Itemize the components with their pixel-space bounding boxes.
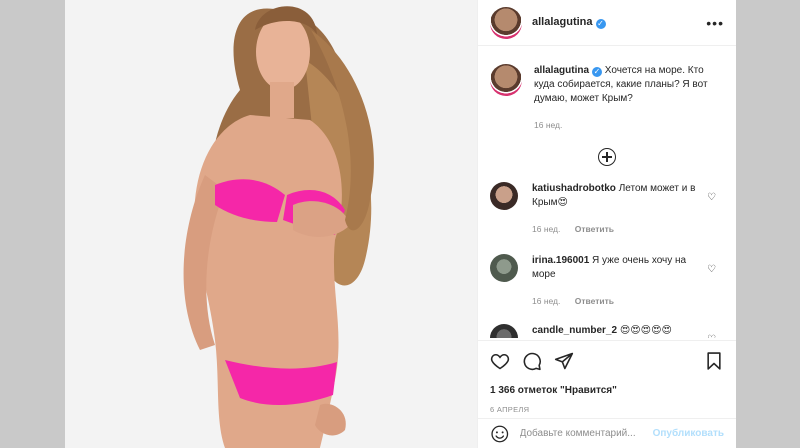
emoji-smile-icon[interactable]: [490, 424, 510, 444]
caption-time[interactable]: 16 нед.: [534, 120, 562, 130]
add-comment-bar: Опубликовать: [478, 418, 736, 448]
comment-username[interactable]: candle_number_2: [532, 325, 617, 336]
comment-time[interactable]: 16 нед.: [532, 224, 560, 234]
reply-button[interactable]: Ответить: [575, 296, 614, 306]
verified-badge-icon: ✓: [592, 67, 603, 77]
commenter-avatar[interactable]: [490, 254, 518, 282]
comment-like-heart-icon[interactable]: ♡: [707, 192, 716, 203]
paper-plane-icon[interactable]: [554, 351, 574, 371]
comment-bubble-icon[interactable]: [522, 351, 542, 371]
comment-username[interactable]: irina.196001: [532, 255, 589, 266]
photo-illustration: [65, 0, 477, 448]
bookmark-icon[interactable]: [704, 351, 724, 371]
post-side-panel: allalagutina ✓ ••• allalagutina ✓ Хочется …: [477, 0, 736, 448]
heart-icon[interactable]: [490, 351, 510, 371]
author-username[interactable]: allalagutina ✓: [532, 16, 606, 29]
commenter-avatar[interactable]: [490, 324, 518, 338]
post-actions: 1 366 отметок "Нравится" 6 АПРЕЛЯ: [478, 340, 736, 414]
post-photo[interactable]: [65, 0, 477, 448]
more-options-icon[interactable]: •••: [706, 15, 724, 31]
publish-button[interactable]: Опубликовать: [653, 428, 724, 439]
caption-username[interactable]: allalagutina: [534, 65, 589, 76]
comment-like-heart-icon[interactable]: ♡: [707, 264, 716, 275]
instagram-post: allalagutina ✓ ••• allalagutina ✓ Хочется …: [65, 0, 736, 448]
comment-time[interactable]: 16 нед.: [532, 296, 560, 306]
verified-badge-icon: ✓: [595, 19, 606, 29]
comments-list[interactable]: allalagutina ✓ Хочется на море. Кто куда …: [478, 52, 736, 338]
post-date[interactable]: 6 АПРЕЛЯ: [490, 405, 724, 414]
comment-username[interactable]: katiushadrobotko: [532, 183, 616, 194]
commenter-avatar[interactable]: [490, 182, 518, 210]
likes-count[interactable]: 1 366 отметок "Нравится": [490, 385, 724, 396]
comment-item: irina.196001 Я уже очень хочу на море 16…: [478, 254, 736, 308]
caption-avatar[interactable]: [490, 64, 522, 96]
author-avatar[interactable]: [490, 6, 522, 39]
load-more-comments-icon[interactable]: [598, 148, 616, 166]
comment-item: candle_number_2 😍😍😍😍😍 ♡: [478, 324, 736, 338]
post-header: allalagutina ✓ •••: [478, 0, 736, 46]
comment-text: 😍😍😍😍😍: [619, 325, 672, 336]
comment-like-heart-icon[interactable]: ♡: [707, 334, 716, 338]
comment-item: katiushadrobotko Летом может и в Крым😍 1…: [478, 182, 736, 236]
comment-input[interactable]: [519, 428, 653, 439]
caption: allalagutina ✓ Хочется на море. Кто куда …: [478, 64, 736, 132]
reply-button[interactable]: Ответить: [575, 224, 614, 234]
